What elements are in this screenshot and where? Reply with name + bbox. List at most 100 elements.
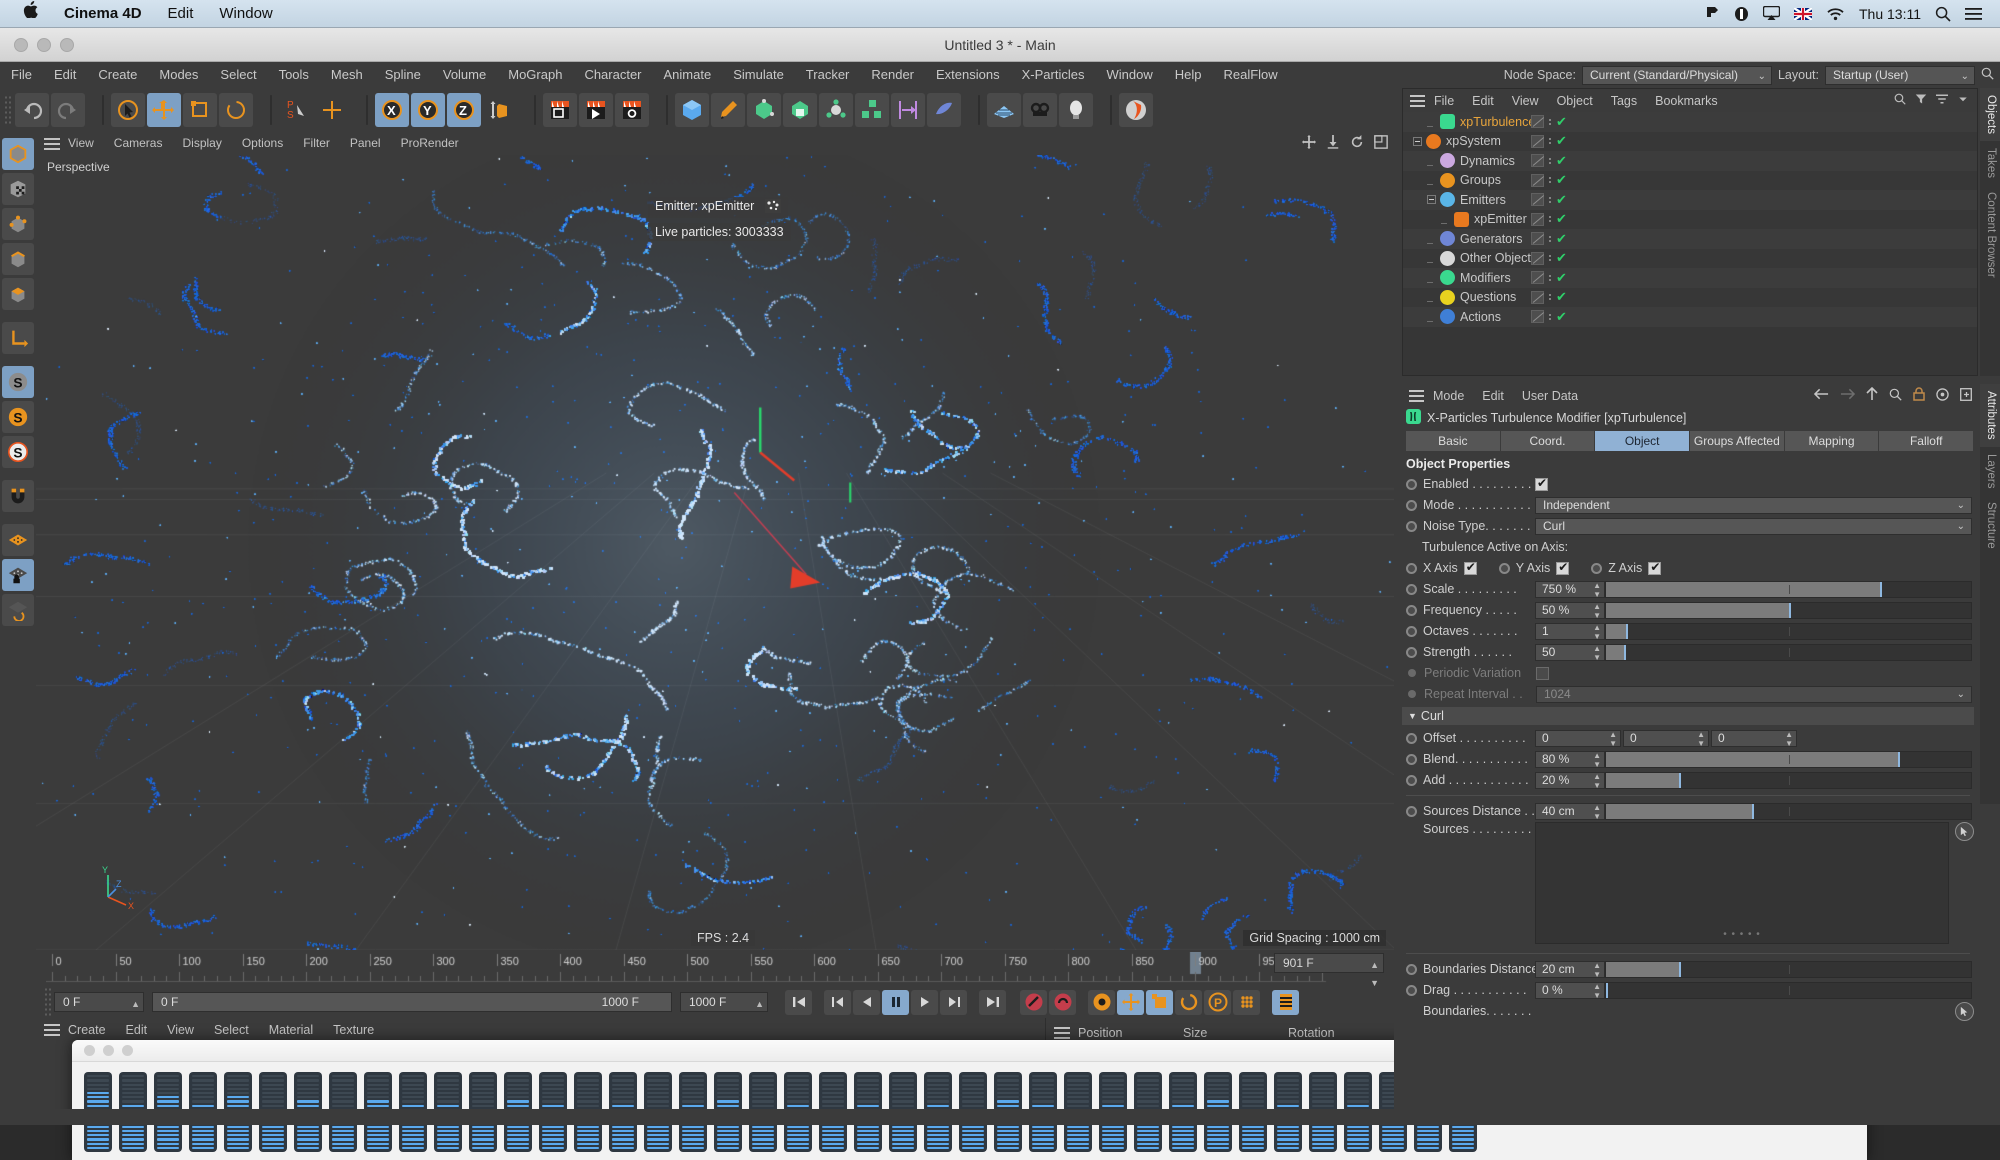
lock-workplane-tool[interactable]	[2, 559, 34, 591]
anim-dot-icon[interactable]	[1406, 604, 1417, 616]
visibility-dots[interactable]	[1549, 294, 1551, 301]
strength-value-field[interactable]: 50 ▲ ▼	[1535, 643, 1605, 662]
menu-edit[interactable]: Edit	[43, 62, 87, 88]
anim-dot-icon[interactable]	[1406, 562, 1417, 574]
menu-window[interactable]: Window	[1095, 62, 1163, 88]
enable-check-icon[interactable]: ✔	[1556, 290, 1567, 303]
apple-logo-icon[interactable]	[10, 0, 51, 28]
vtab-structure[interactable]: Structure	[1980, 495, 2000, 556]
z-axis-checkbox[interactable]	[1648, 560, 1662, 575]
render-settings-button[interactable]	[615, 93, 649, 127]
edges-mode-tool[interactable]	[2, 243, 34, 275]
menu-file[interactable]: File	[0, 62, 43, 88]
world-axis-tool[interactable]: S	[2, 436, 34, 468]
visibility-dots[interactable]	[1549, 138, 1551, 145]
anim-dot-icon[interactable]	[1406, 984, 1417, 996]
enable-check-icon[interactable]: ✔	[1556, 232, 1567, 245]
add-light-button[interactable]	[1059, 93, 1093, 127]
lock-y-axis[interactable]: Y	[411, 93, 445, 127]
uk-flag-icon[interactable]	[1793, 7, 1812, 20]
object-row-modifiers[interactable]: Modifiers ✔	[1403, 268, 1977, 288]
step-forward-button[interactable]	[911, 989, 938, 1015]
rotate-tool[interactable]	[219, 93, 253, 127]
visibility-dots[interactable]	[1549, 196, 1551, 203]
om-menu-bookmarks[interactable]: Bookmarks	[1646, 94, 1727, 108]
add-modeling-object[interactable]	[783, 93, 817, 127]
up-arrow-icon[interactable]	[1866, 386, 1878, 404]
enable-check-icon[interactable]: ✔	[1556, 134, 1567, 147]
octaves-slider[interactable]	[1605, 622, 1972, 640]
drag-value-field[interactable]: 0 % ▲ ▼	[1535, 981, 1605, 1000]
add-mesh-button[interactable]	[927, 93, 961, 127]
spinner-icon[interactable]: ▲▼	[1593, 961, 1601, 979]
menu-character[interactable]: Character	[573, 62, 652, 88]
add-value-field[interactable]: 20 % ▲ ▼	[1535, 771, 1605, 790]
add-cube-button[interactable]	[675, 93, 709, 127]
redo-button[interactable]	[51, 93, 85, 127]
end-frame-field[interactable]: 1000 F ▲▼	[680, 992, 768, 1027]
am-menu-user-data[interactable]: User Data	[1513, 389, 1587, 403]
add-panel-icon[interactable]	[1960, 387, 1972, 404]
spinner-icon[interactable]: ▲▼	[1785, 730, 1793, 748]
pan-icon[interactable]	[1302, 135, 1316, 152]
world-object-toggle[interactable]	[483, 93, 517, 127]
go-to-end-button[interactable]	[979, 989, 1006, 1015]
add-field-button[interactable]	[891, 93, 925, 127]
enable-check-icon[interactable]: ✔	[1556, 310, 1567, 323]
object-row-xpturbulence[interactable]: xpTurbulence ✔	[1403, 112, 1977, 132]
spinner-icon[interactable]: ▲▼	[1593, 644, 1601, 662]
tab-groups-affected[interactable]: Groups Affected	[1690, 431, 1785, 451]
am-menu-mode[interactable]: Mode	[1424, 389, 1473, 403]
vtab-takes[interactable]: Takes	[1980, 141, 2000, 185]
point-level-animation-button[interactable]	[1233, 989, 1260, 1015]
spinner-icon[interactable]: ▲▼	[1593, 751, 1601, 769]
tab-mapping[interactable]: Mapping	[1784, 431, 1880, 451]
anim-dot-icon[interactable]	[1406, 625, 1417, 637]
menubar-window[interactable]: Window	[206, 0, 285, 28]
menu-tracker[interactable]: Tracker	[795, 62, 861, 88]
resize-grip[interactable]: • • • • •	[1723, 929, 1761, 940]
menu-modes[interactable]: Modes	[148, 62, 209, 88]
spinner-icon[interactable]: ▲▼	[1593, 581, 1601, 599]
object-row-actions[interactable]: Actions ✔	[1403, 307, 1977, 327]
viewport-menu-filter[interactable]: Filter	[293, 132, 340, 155]
anim-dot-icon[interactable]	[1406, 963, 1417, 975]
planar-workplane-tool[interactable]	[2, 594, 34, 626]
object-row-questions[interactable]: Questions ✔	[1403, 287, 1977, 307]
hamburger-icon[interactable]	[1402, 389, 1424, 402]
timeline-end-field[interactable]: 901 F ▲ ▼	[1274, 953, 1384, 988]
rotation-key-button[interactable]	[1175, 989, 1202, 1015]
visibility-dots[interactable]	[1549, 177, 1551, 184]
scale-value-field[interactable]: 750 % ▲ ▼	[1535, 580, 1605, 599]
airplay-icon[interactable]	[1762, 6, 1780, 21]
material-menu-select[interactable]: Select	[204, 1023, 259, 1037]
pen-tool-button[interactable]	[711, 93, 745, 127]
scale-slider[interactable]	[1605, 580, 1972, 598]
tab-falloff[interactable]: Falloff	[1879, 431, 1975, 451]
timeline-toggle-button[interactable]	[1272, 989, 1299, 1015]
zoom-icon[interactable]	[1326, 135, 1340, 152]
anim-dot-icon[interactable]	[1406, 520, 1417, 532]
minimize-button[interactable]	[103, 1045, 114, 1056]
control-center-icon[interactable]	[1965, 7, 1982, 21]
chevron-down-icon[interactable]	[1957, 93, 1969, 108]
close-button[interactable]	[14, 37, 28, 52]
boundaries-distance-value-field[interactable]: 20 cm ▲ ▼	[1535, 960, 1605, 979]
visibility-tag[interactable]	[1531, 173, 1544, 187]
hamburger-icon[interactable]	[36, 137, 60, 150]
visibility-tag[interactable]	[1531, 193, 1544, 207]
enable-check-icon[interactable]: ✔	[1556, 154, 1567, 167]
magnet-tool[interactable]	[2, 480, 34, 512]
scale-tool[interactable]	[183, 93, 217, 127]
node-space-dropdown[interactable]: Current (Standard/Physical) ⌄	[1581, 65, 1772, 85]
menu-mograph[interactable]: MoGraph	[497, 62, 573, 88]
material-menu-material[interactable]: Material	[259, 1023, 323, 1037]
material-menu-view[interactable]: View	[157, 1023, 204, 1037]
menu-create[interactable]: Create	[87, 62, 148, 88]
visibility-tag[interactable]	[1531, 134, 1544, 148]
ps-tool-button[interactable]: PS	[279, 93, 313, 127]
transport-grip[interactable]	[44, 987, 51, 1017]
render-view-button[interactable]	[543, 93, 577, 127]
add-mograph-button[interactable]	[855, 93, 889, 127]
menu-help[interactable]: Help	[1164, 62, 1213, 88]
